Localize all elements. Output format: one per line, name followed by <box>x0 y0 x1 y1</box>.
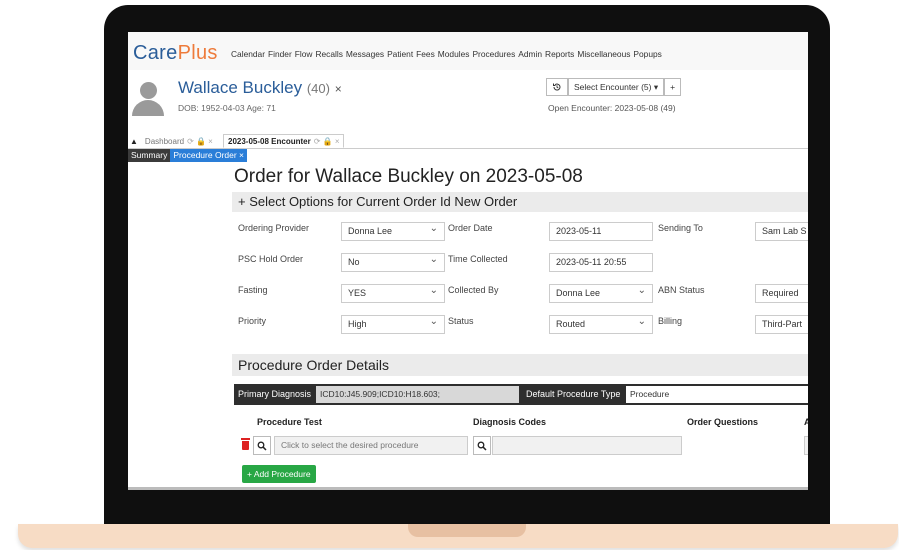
order-date-label: Order Date <box>448 223 493 233</box>
patient-dob: DOB: 1952-04-03 Age: 71 <box>178 103 276 113</box>
main-menu: Calendar Finder Flow Recalls Messages Pa… <box>231 49 662 59</box>
psc-hold-label: PSC Hold Order <box>238 254 304 264</box>
trailing-input[interactable] <box>804 436 808 455</box>
add-encounter-button[interactable]: + <box>664 78 682 96</box>
open-encounter-text: Open Encounter: 2023-05-08 (49) <box>548 103 676 113</box>
status-select[interactable]: Routed <box>549 315 653 334</box>
select-options-header[interactable]: + Select Options for Current Order Id Ne… <box>232 192 808 212</box>
history-icon <box>553 83 561 91</box>
tab-encounter[interactable]: 2023-05-08 Encounter ⟳ 🔒 × <box>223 134 345 148</box>
select-encounter-button[interactable]: Select Encounter (5) ▾ <box>568 78 665 96</box>
ordering-provider-label: Ordering Provider <box>238 223 310 233</box>
menu-item-messages[interactable]: Messages <box>346 49 384 59</box>
sending-to-label: Sending To <box>658 223 703 233</box>
patient-name[interactable]: Wallace Buckley (40) × <box>178 78 342 98</box>
app-screen: CarePlus Calendar Finder Flow Recalls Me… <box>128 32 808 490</box>
avatar-head-icon <box>140 82 157 99</box>
add-procedure-button[interactable]: + Add Procedure <box>242 465 316 483</box>
menu-item-procedures[interactable]: Procedures <box>472 49 515 59</box>
logo-plus: Plus <box>177 42 218 64</box>
abn-status-select[interactable]: Required <box>755 284 808 303</box>
avatar <box>132 82 164 116</box>
time-collected-input[interactable]: 2023-05-11 20:55 <box>549 253 653 272</box>
col-procedure-test: Procedure Test <box>257 417 322 427</box>
time-collected-label: Time Collected <box>448 254 508 264</box>
avatar-body-icon <box>132 100 164 116</box>
menu-item-flow[interactable]: Flow <box>295 49 313 59</box>
patient-name-text: Wallace Buckley <box>178 78 303 97</box>
tab-dashboard-icons[interactable]: ⟳ 🔒 × <box>187 137 213 146</box>
fasting-select[interactable]: YES <box>341 284 445 303</box>
menu-item-recalls[interactable]: Recalls <box>315 49 342 59</box>
menu-item-miscellaneous[interactable]: Miscellaneous <box>577 49 630 59</box>
menu-item-admin[interactable]: Admin <box>518 49 542 59</box>
menu-item-calendar[interactable]: Calendar <box>231 49 265 59</box>
search-icon <box>257 441 267 451</box>
encounter-history-button[interactable] <box>546 78 568 96</box>
careplus-logo[interactable]: CarePlus <box>133 42 218 65</box>
main-tab-bar: ▲ Dashboard ⟳ 🔒 × 2023-05-08 Encounter ⟳… <box>128 134 808 149</box>
menu-item-popups[interactable]: Popups <box>633 49 661 59</box>
sub-tab-bar: Summary Procedure Order × <box>128 149 248 162</box>
menu-item-finder[interactable]: Finder <box>268 49 292 59</box>
procedure-search-button[interactable] <box>253 436 271 455</box>
page-title: Order for Wallace Buckley on 2023-05-08 <box>234 166 583 187</box>
tab-dashboard-label: Dashboard <box>144 136 185 146</box>
diagnosis-search-button[interactable] <box>473 436 491 455</box>
patient-header: Wallace Buckley (40) × DOB: 1952-04-03 A… <box>128 70 808 134</box>
primary-diagnosis-label: Primary Diagnosis <box>238 389 312 399</box>
billing-label: Billing <box>658 316 683 326</box>
sending-to-select[interactable]: Sam Lab S <box>755 222 808 241</box>
procedure-order-content: Order for Wallace Buckley on 2023-05-08 … <box>128 162 808 490</box>
tab-encounter-icons[interactable]: ⟳ 🔒 × <box>314 137 340 146</box>
logo-care: Care <box>133 42 178 64</box>
fasting-label: Fasting <box>238 285 268 295</box>
col-order-questions: Order Questions <box>687 417 759 427</box>
menu-item-patient[interactable]: Patient <box>387 49 413 59</box>
status-label: Status <box>448 316 474 326</box>
trash-can <box>242 441 249 450</box>
procedure-test-input[interactable]: Click to select the desired procedure <box>274 436 468 455</box>
collapse-toggle-icon[interactable]: ▲ <box>130 137 138 146</box>
encounter-controls: Select Encounter (5) ▾ + <box>546 78 682 96</box>
procedure-details-header: Procedure Order Details <box>232 354 808 376</box>
tab-encounter-label: 2023-05-08 Encounter <box>228 136 311 146</box>
menu-item-reports[interactable]: Reports <box>545 49 574 59</box>
menu-item-modules[interactable]: Modules <box>438 49 470 59</box>
ordering-provider-select[interactable]: Donna Lee <box>341 222 445 241</box>
laptop-notch <box>408 524 526 537</box>
psc-hold-select[interactable]: No <box>341 253 445 272</box>
default-procedure-type-select[interactable]: Procedure <box>626 386 808 403</box>
top-nav-bar: CarePlus Calendar Finder Flow Recalls Me… <box>128 32 808 71</box>
trash-lid <box>241 438 250 440</box>
screen-bottom-border <box>128 487 808 490</box>
search-icon <box>477 441 487 451</box>
delete-row-icon[interactable] <box>241 438 250 450</box>
collected-by-label: Collected By <box>448 285 499 295</box>
col-diagnosis-codes: Diagnosis Codes <box>473 417 547 427</box>
abn-status-label: ABN Status <box>658 285 705 295</box>
tab-dashboard[interactable]: ▲ Dashboard ⟳ 🔒 × <box>130 134 213 148</box>
tab-procedure-order[interactable]: Procedure Order × <box>170 149 248 162</box>
close-patient-icon[interactable]: × <box>335 82 342 96</box>
tab-summary[interactable]: Summary <box>128 149 171 162</box>
default-procedure-type-label: Default Procedure Type <box>526 389 621 399</box>
primary-diagnosis-input[interactable]: ICD10:J45.909;ICD10:H18.603; <box>316 386 519 403</box>
diagnosis-bar: Primary Diagnosis ICD10:J45.909;ICD10:H1… <box>234 384 808 405</box>
patient-age: (40) <box>306 81 330 96</box>
collected-by-select[interactable]: Donna Lee <box>549 284 653 303</box>
priority-select[interactable]: High <box>341 315 445 334</box>
diagnosis-codes-input[interactable] <box>492 436 682 455</box>
order-date-input[interactable]: 2023-05-11 <box>549 222 653 241</box>
priority-label: Priority <box>238 316 267 326</box>
billing-select[interactable]: Third-Part <box>755 315 808 334</box>
col-trailing: A <box>804 417 808 427</box>
menu-item-fees[interactable]: Fees <box>416 49 435 59</box>
